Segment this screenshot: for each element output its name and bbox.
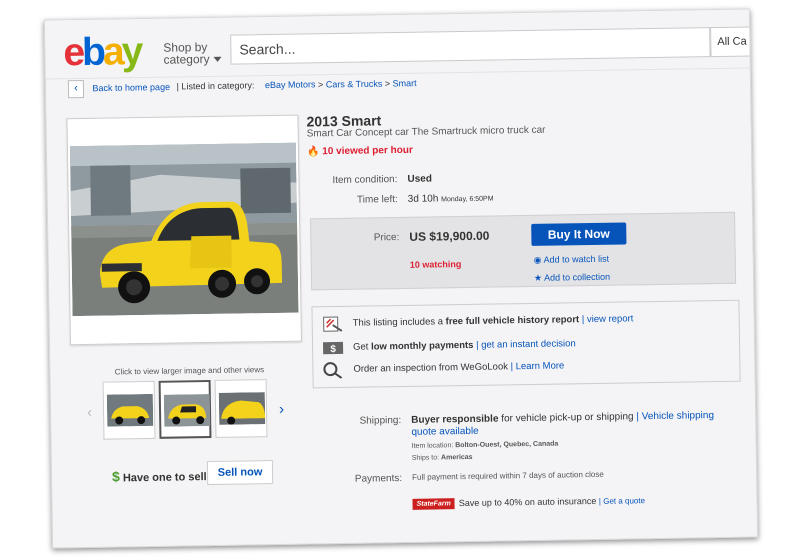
ships-to: Ships to: Americas (411, 453, 473, 462)
image-hint: Click to view larger image and other vie… (114, 365, 265, 377)
back-to-home-link[interactable]: Back to home page (92, 82, 170, 93)
thumbnail-1[interactable] (102, 380, 156, 440)
statefarm-logo: StateFarm (412, 498, 455, 510)
breadcrumb-link-smart[interactable]: Smart (392, 78, 416, 88)
have-one-to-sell: $ Have one to sell? (111, 468, 214, 485)
insurance-offer: StateFarm Save up to 40% on auto insuranc… (412, 495, 645, 510)
payments-label: Payments: (354, 473, 403, 485)
thumbnail-3[interactable] (214, 379, 268, 438)
add-to-collection-link[interactable]: ★ Add to collection (534, 272, 610, 284)
instant-decision-link[interactable]: | get an instant decision (476, 338, 576, 351)
sell-now-button[interactable]: Sell now (206, 460, 274, 486)
vehicle-services-box: This listing includes a free full vehicl… (311, 299, 741, 389)
thumbnail-strip (102, 379, 270, 440)
search-input[interactable] (231, 28, 710, 64)
vehicle-shipping-quote-link[interactable]: | Vehicle shipping (636, 410, 714, 422)
dollar-icon: $ (111, 468, 120, 485)
price-label: Price: (373, 232, 400, 244)
item-location: Item location: Bolton-Ouest, Quebec, Can… (411, 440, 559, 450)
eye-icon: ◉ (533, 254, 542, 265)
watching-count: 10 watching (409, 259, 462, 270)
car-thumbnail-image (106, 393, 154, 427)
money-icon: $ (322, 341, 344, 355)
breadcrumb-link-cars-trucks[interactable]: Cars & Trucks (326, 79, 383, 90)
car-thumbnail-image (163, 394, 211, 427)
car-thumbnail-image (218, 392, 266, 425)
vehicle-history-report-icon (323, 316, 343, 332)
thumbnail-prev-arrow-icon[interactable]: ‹ (87, 404, 92, 421)
main-image-frame[interactable] (66, 114, 302, 346)
add-to-watch-list-link[interactable]: ◉ Add to watch list (534, 254, 610, 266)
thumbnail-next-arrow-icon[interactable]: › (279, 401, 284, 418)
view-report-link[interactable]: | view report (582, 313, 634, 325)
category-select[interactable]: All Ca (710, 26, 759, 58)
item-condition-label: Item condition: (332, 174, 398, 187)
shop-by-category-button[interactable]: Shop by category (163, 40, 222, 67)
price-value: US $19,900.00 (409, 228, 490, 244)
thumbnail-2[interactable] (158, 380, 212, 439)
ebay-listing-page: ebay Shop by category All Ca ‹ Back to h… (43, 8, 759, 549)
flame-icon: 🔥 (306, 146, 320, 158)
shipping-label: Shipping: (359, 415, 402, 427)
svg-text:$: $ (330, 344, 336, 355)
breadcrumb-link-ebay-motors[interactable]: eBay Motors (265, 80, 316, 91)
chevron-down-icon (213, 57, 222, 63)
price-box: Price: US $19,900.00 10 watching Buy It … (310, 211, 737, 291)
payments-value: Full payment is required within 7 days o… (412, 469, 604, 482)
breadcrumb-separator: > (384, 78, 391, 89)
ebay-logo[interactable]: ebay (63, 30, 141, 74)
inspection-row: Order an inspection from WeGoLook | Lear… (353, 360, 565, 375)
viewed-per-hour-badge: 🔥 10 viewed per hour (306, 144, 413, 158)
car-main-photo[interactable] (69, 142, 299, 317)
learn-more-link[interactable]: | Learn More (511, 360, 565, 372)
quote-available-link[interactable]: quote available (411, 426, 478, 438)
get-a-quote-link[interactable]: | Get a quote (599, 496, 645, 506)
listed-in-label: | Listed in category: (176, 80, 255, 92)
listing-subtitle: Smart Car Concept car The Smartruck micr… (306, 124, 546, 140)
shipping-value: Buyer responsible for vehicle pick-up or… (411, 410, 715, 438)
inspection-magnifier-icon (323, 362, 343, 379)
back-arrow-icon[interactable]: ‹ (67, 79, 85, 99)
buy-it-now-button[interactable]: Buy It Now (531, 222, 627, 246)
item-condition-value: Used (407, 173, 432, 185)
time-left-label: Time left: (356, 194, 398, 206)
history-report-row: This listing includes a free full vehicl… (352, 313, 634, 329)
star-icon: ★ (533, 272, 543, 283)
breadcrumb-separator: > (317, 79, 324, 90)
time-left-value: 3d 10h Monday, 6:50PM (407, 193, 494, 205)
search-box (230, 27, 711, 65)
monthly-payments-row: Get low monthly payments | get an instan… (352, 338, 576, 353)
header-bar: ebay Shop by category All Ca (44, 9, 759, 80)
